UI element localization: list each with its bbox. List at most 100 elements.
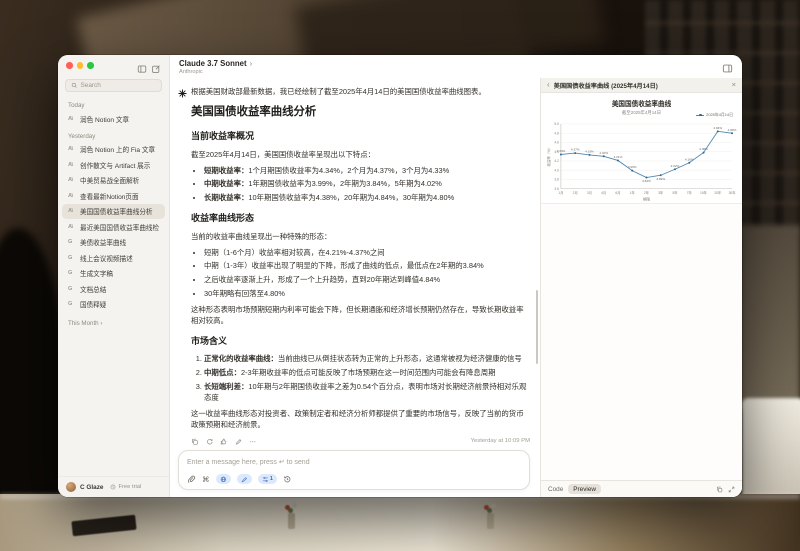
thumbs-up-icon[interactable] xyxy=(220,438,228,446)
sidebar-item[interactable]: G生成文字稿 xyxy=(62,266,165,282)
message-input[interactable]: Enter a message here, press ↵ to send xyxy=(187,458,521,466)
tab-code[interactable]: Code xyxy=(548,486,563,493)
sidebar-this-month[interactable]: This Month › xyxy=(68,320,159,327)
tab-preview[interactable]: Preview xyxy=(568,484,601,494)
claude-app-window: Search TodayA\润色 Notion 文章YesterdayA\润色 … xyxy=(58,55,742,497)
svg-text:7年: 7年 xyxy=(687,189,693,194)
svg-text:4.34%: 4.34% xyxy=(557,149,566,153)
chat-scrollbar[interactable] xyxy=(536,290,539,364)
assistant-message: 根据美国财政部最新数据，我已经绘制了截至2025年4月14日的美国国债收益率曲线… xyxy=(170,78,540,446)
user-avatar xyxy=(66,482,76,492)
sidebar-item[interactable]: G美债收益率曲线 xyxy=(62,235,165,251)
claude-icon: A\ xyxy=(68,162,76,168)
plan-badge: Free trial xyxy=(110,484,141,490)
svg-text:5年: 5年 xyxy=(672,189,678,194)
search-placeholder: Search xyxy=(81,82,101,89)
more-icon[interactable] xyxy=(249,438,257,446)
sidebar-item[interactable]: G线上会议视频描述 xyxy=(62,250,165,266)
sidebar-item[interactable]: A\查看最新Notion页面 xyxy=(62,188,165,204)
copy-icon[interactable] xyxy=(191,438,199,446)
list-item: 中期（1-3年）收益率出现了明显的下降，形成了曲线的低点，最低点在2年期的3.8… xyxy=(204,260,530,271)
artifact-panel: ‹ 美国国债收益率曲线 (2025年4月14日) × 美国国债收益率曲线 截至2… xyxy=(540,78,742,497)
message-composer[interactable]: Enter a message here, press ↵ to send ⌘ xyxy=(178,450,530,490)
svg-text:3年: 3年 xyxy=(658,189,664,194)
svg-text:3.89%: 3.89% xyxy=(656,176,665,180)
svg-text:4.6: 4.6 xyxy=(554,140,559,144)
svg-text:4.21%: 4.21% xyxy=(614,155,623,159)
sidebar-item-label: 美国国债收益率曲线分析 xyxy=(80,206,153,216)
claude-icon: A\ xyxy=(68,208,76,214)
svg-text:4.37%: 4.37% xyxy=(571,147,580,151)
svg-text:4.8: 4.8 xyxy=(554,131,559,135)
retry-icon[interactable] xyxy=(206,438,214,446)
svg-text:4.2: 4.2 xyxy=(554,159,559,163)
list-item: 长期收益率：10年期国债收益率为4.38%，20年期为4.84%，30年期为4.… xyxy=(204,192,530,203)
sidebar-item-label: 生成文字稿 xyxy=(80,268,113,278)
model-org: Anthropic xyxy=(179,69,252,75)
sidebar-item[interactable]: A\中美贸易战全面解析 xyxy=(62,173,165,189)
g-app-icon: G xyxy=(68,286,76,292)
overview-list: 短期收益率：1个月期国债收益率为4.34%，2个月为4.37%，3个月为4.33… xyxy=(191,165,530,203)
market-list: 正常化的收益率曲线：当前曲线已从倒挂状态转为正常的上升形态，这通常被视为经济健康… xyxy=(191,353,530,402)
copy-artifact-icon[interactable] xyxy=(716,486,723,493)
sidebar-item[interactable]: A\ 美国国债收益率曲线分析 xyxy=(62,204,165,220)
attach-button[interactable] xyxy=(187,475,196,484)
sidebar-item[interactable]: A\润色 Notion 上的 Fia 文章 xyxy=(62,142,165,158)
account-row[interactable]: C Glaze Free trial xyxy=(58,476,169,497)
sidebar-item[interactable]: G 国债释疑 xyxy=(62,297,165,313)
section-heading: 市场含义 xyxy=(191,335,530,349)
svg-text:3.8: 3.8 xyxy=(554,177,559,181)
svg-text:4月: 4月 xyxy=(601,190,606,194)
background-flower-vase xyxy=(487,513,494,529)
svg-text:1月: 1月 xyxy=(558,190,563,194)
g-app-icon: G xyxy=(68,301,76,307)
svg-text:4.84%: 4.84% xyxy=(713,125,722,129)
sliders-icon xyxy=(262,476,269,483)
trial-clock-icon xyxy=(110,484,116,490)
message-timestamp: Yesterday at 10:09 PM xyxy=(471,437,530,446)
legend-label: 2025年4月14日 xyxy=(706,112,733,118)
sidebar-item[interactable]: A\创作散文与 Artifact 展示 xyxy=(62,157,165,173)
edit-icon[interactable] xyxy=(235,438,243,446)
back-chevron-icon[interactable]: ‹ xyxy=(547,81,550,89)
svg-text:2月: 2月 xyxy=(573,190,578,194)
svg-text:6月: 6月 xyxy=(615,190,620,194)
user-name: C Glaze xyxy=(80,484,103,491)
style-button[interactable] xyxy=(237,474,252,484)
close-window-button[interactable] xyxy=(66,62,73,69)
model-name: Claude 3.7 Sonnet xyxy=(179,59,247,68)
sidebar-item[interactable]: A\润色 Notion 文章 xyxy=(62,111,165,127)
toggle-sidebar-icon[interactable] xyxy=(137,61,147,71)
model-selector[interactable]: Claude 3.7 Sonnet › Anthropic xyxy=(179,59,252,75)
list-item: 长短端利差：10年期与2年期国债收益率之差为0.54个百分点，表明市场对长期经济… xyxy=(204,381,530,403)
sidebar-item-label: 文档总结 xyxy=(80,284,106,294)
sidebar-item-label: 查看最新Notion页面 xyxy=(80,191,139,201)
svg-text:4.16%: 4.16% xyxy=(685,157,694,161)
list-item: 正常化的收益率曲线：当前曲线已从倒挂状态转为正常的上升形态，这通常被视为经济健康… xyxy=(204,353,530,364)
paragraph: 这一收益率曲线形态对投资者、政策制定者和经济分析师都提供了重要的市场信号，反映了… xyxy=(191,408,530,430)
sidebar-item[interactable]: A\最近美国国债收益率曲线检... xyxy=(62,219,165,235)
zoom-window-button[interactable] xyxy=(87,62,94,69)
shape-list: 短期（1-6个月）收益率相对较高，在4.21%-4.37%之间 中期（1-3年）… xyxy=(191,247,530,299)
yield-curve-chart-card: 美国国债收益率曲线 截至2025年4月14日 2025年4月14日 3.63.8… xyxy=(541,93,742,204)
chat-column: 根据美国财政部最新数据，我已经绘制了截至2025年4月14日的美国国债收益率曲线… xyxy=(170,78,540,497)
main-area: Claude 3.7 Sonnet › Anthropic xyxy=(170,55,742,497)
svg-text:期限: 期限 xyxy=(643,196,650,201)
tools-button[interactable]: 1 xyxy=(258,474,277,484)
shortcuts-button[interactable]: ⌘ xyxy=(202,475,211,484)
new-chat-icon[interactable] xyxy=(151,61,161,71)
sidebar-item-label: 国债释疑 xyxy=(80,299,106,309)
search-input[interactable]: Search xyxy=(65,79,162,92)
web-search-button[interactable] xyxy=(216,474,231,484)
expand-artifact-icon[interactable] xyxy=(728,486,735,493)
svg-text:2年: 2年 xyxy=(644,189,650,194)
toggle-artifact-panel-icon[interactable] xyxy=(722,61,733,72)
list-item: 中期低点：2-3年期收益率的低点可能反映了市场预期在这一时间范围内可能会有降息周… xyxy=(204,367,530,378)
minimize-window-button[interactable] xyxy=(77,62,84,69)
close-artifact-icon[interactable]: × xyxy=(732,81,736,89)
message-title: 美国国债收益率曲线分析 xyxy=(191,104,530,121)
g-app-icon: G xyxy=(68,239,76,245)
sidebar-item[interactable]: G 文档总结 xyxy=(62,281,165,297)
history-button[interactable] xyxy=(283,475,292,484)
composer-toolbar: ⌘ 1 xyxy=(187,474,521,484)
